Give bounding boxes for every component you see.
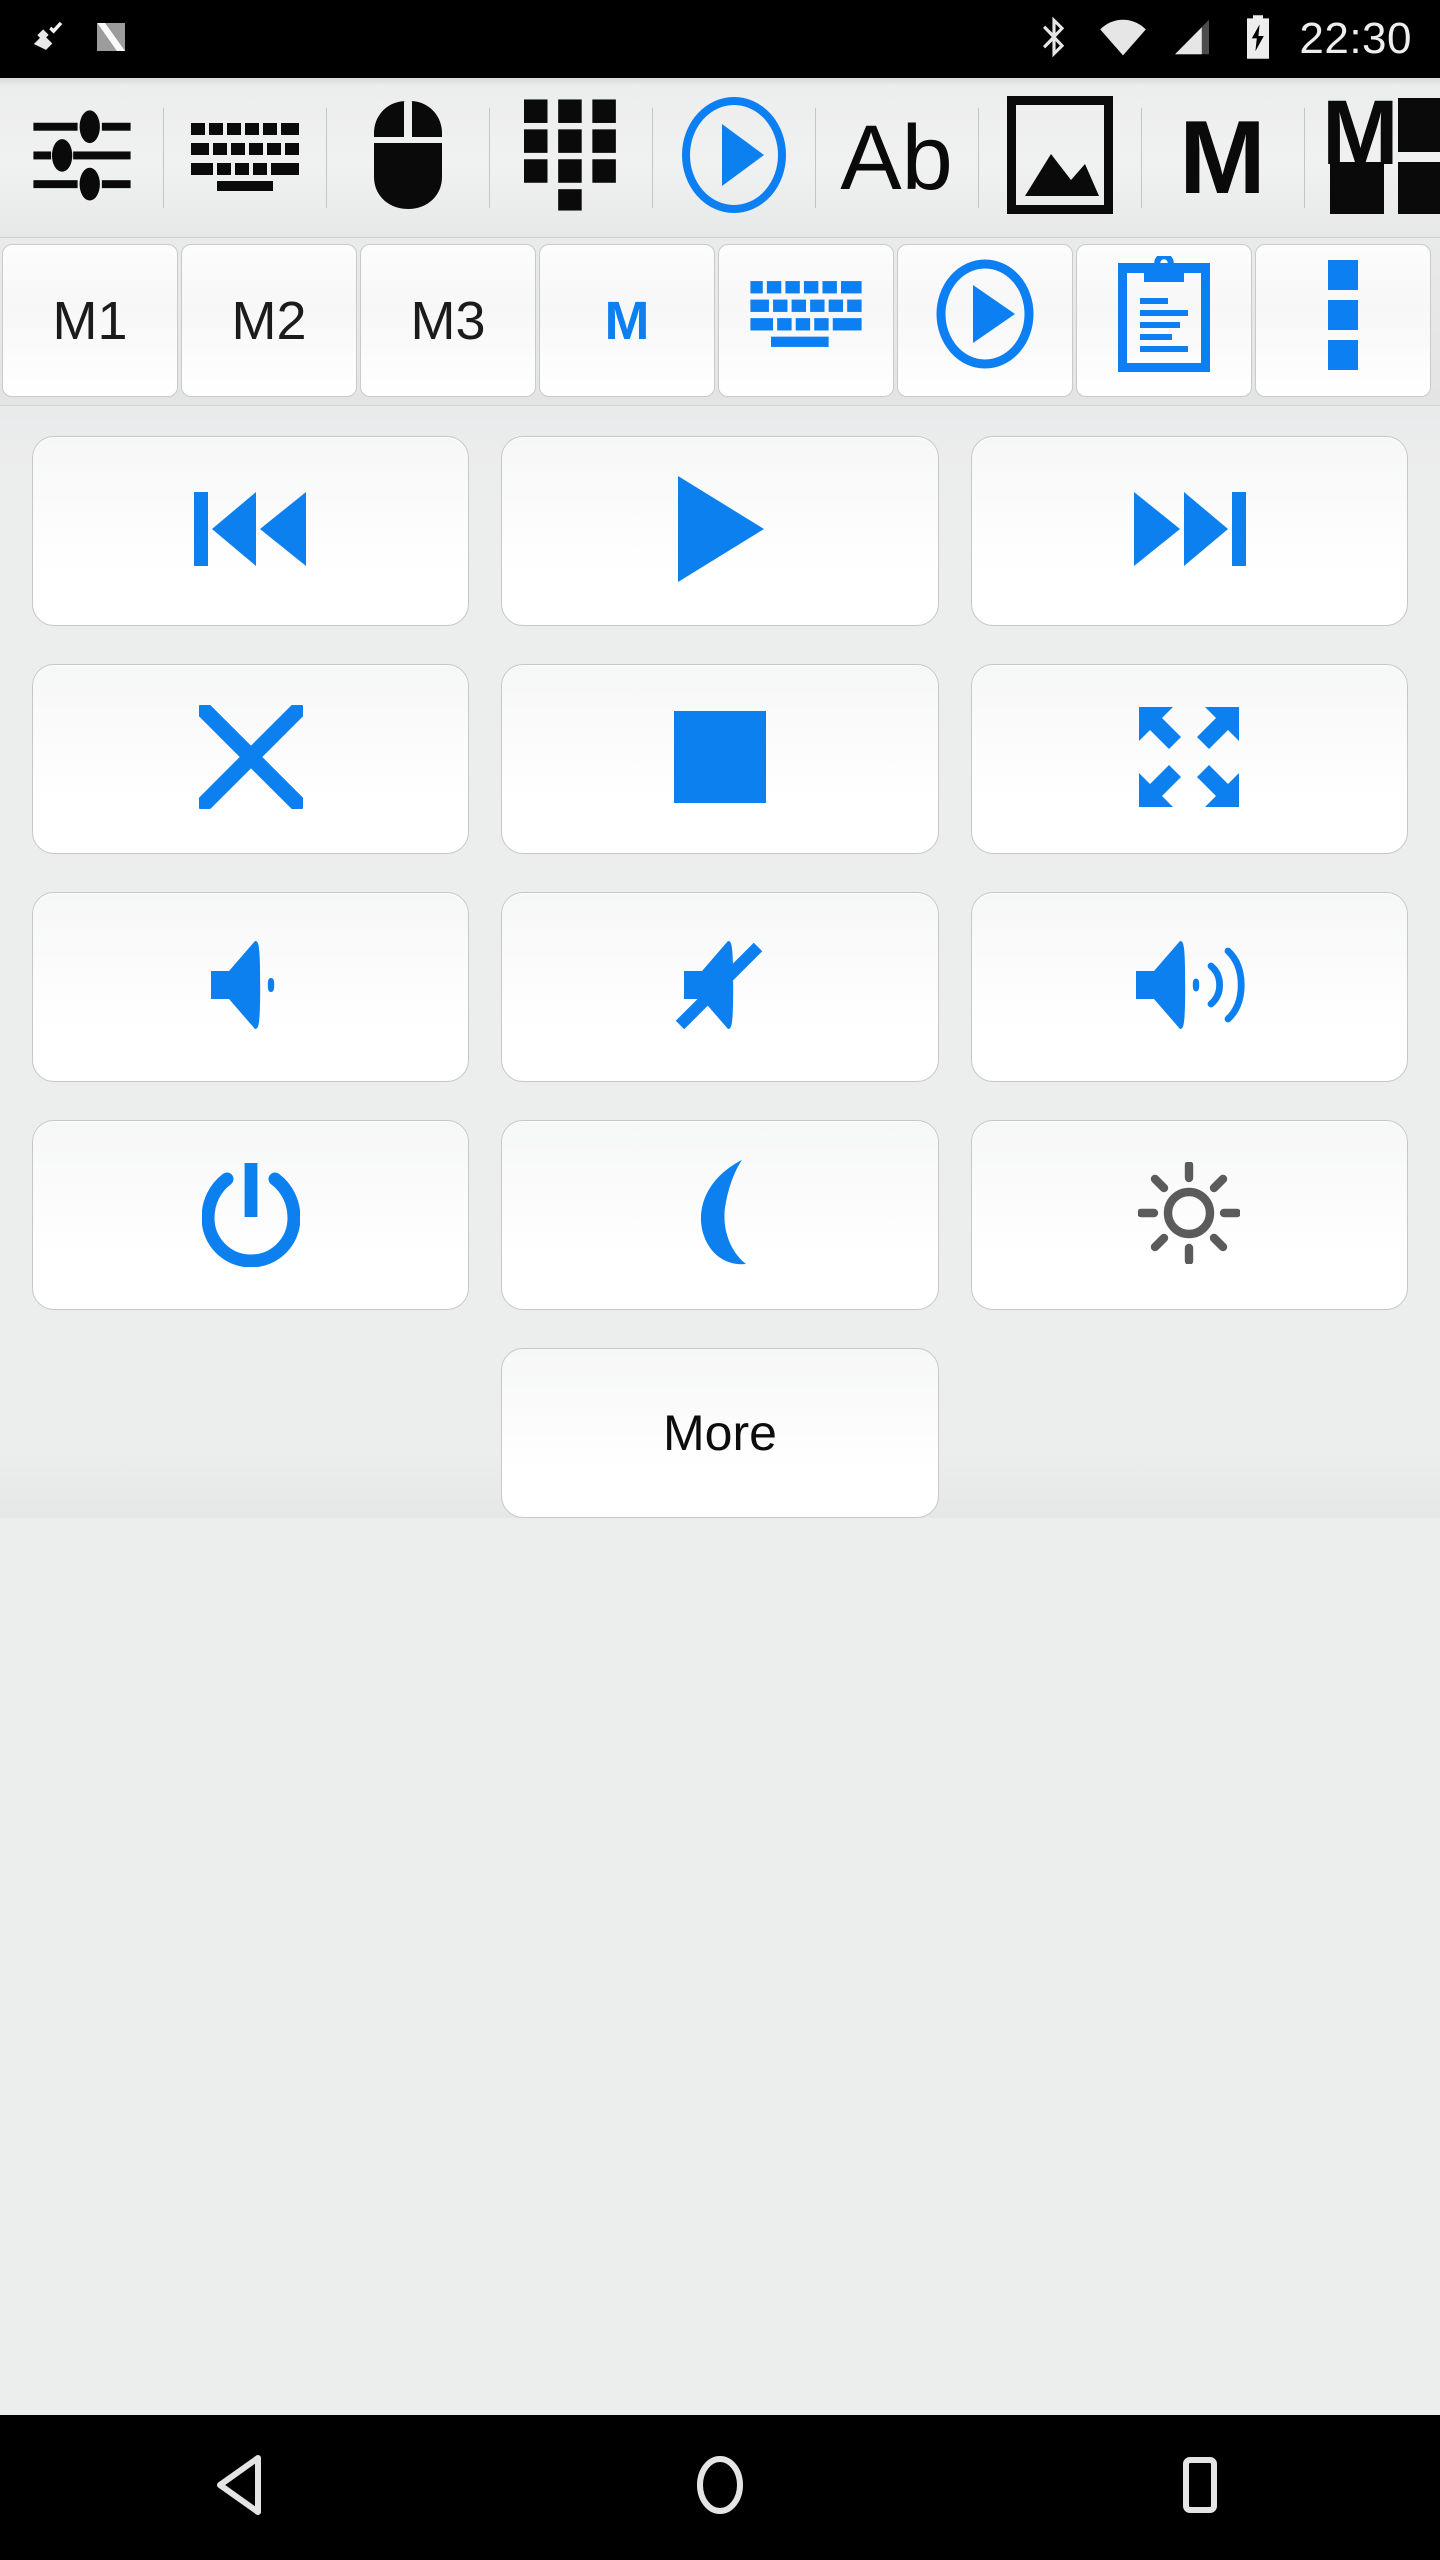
toolbar-item-image[interactable] <box>978 78 1141 237</box>
close-x-icon <box>196 702 305 814</box>
control-panel: More <box>0 406 1440 1518</box>
play-icon <box>672 474 768 589</box>
tab-clipboard[interactable] <box>1076 244 1252 397</box>
top-toolbar: Ab M M <box>0 78 1440 238</box>
macro-m-icon: M <box>1179 99 1266 216</box>
tab-media[interactable] <box>897 244 1073 397</box>
tab-m1[interactable]: M1 <box>2 244 178 397</box>
macro-grid-icon: M <box>1322 82 1440 219</box>
app-root: 22:30 Ab M M M1 M2 M3 M More <box>0 0 1440 2560</box>
keyboard-icon <box>748 279 864 362</box>
stop-square-icon <box>672 709 768 810</box>
status-bar-clock: 22:30 <box>1299 14 1412 63</box>
media-play-circle-icon <box>680 96 788 219</box>
status-bar-right-icons: 22:30 <box>1035 14 1412 65</box>
circle-icon <box>692 2454 748 2521</box>
power-icon <box>201 1159 301 1272</box>
volume-high-icon <box>1130 937 1248 1038</box>
android-nougat-icon <box>90 16 132 63</box>
tab-label: M <box>604 290 650 351</box>
tab-m3[interactable]: M3 <box>360 244 536 397</box>
cellular-signal-icon <box>1173 17 1217 62</box>
tab-keyboard[interactable] <box>718 244 894 397</box>
status-bar-left-icons <box>28 16 132 63</box>
skip-next-icon <box>1130 488 1248 575</box>
toolbar-item-mouse[interactable] <box>326 78 489 237</box>
more-button[interactable]: More <box>501 1348 939 1518</box>
app-content: Ab M M M1 M2 M3 M More <box>0 78 1440 2560</box>
sliders-icon <box>29 102 135 213</box>
skip-previous-icon <box>192 488 310 575</box>
more-row: More <box>32 1348 1408 1518</box>
toolbar-item-numpad[interactable] <box>489 78 652 237</box>
toolbar-item-keyboard[interactable] <box>163 78 326 237</box>
sun-icon <box>1137 1160 1242 1269</box>
button-fullscreen[interactable] <box>970 664 1408 854</box>
text-ab-icon: Ab <box>840 106 953 209</box>
button-sleep[interactable] <box>501 1120 939 1310</box>
nav-home-button[interactable] <box>620 2415 820 2560</box>
numpad-icon <box>523 99 618 216</box>
nav-back-button[interactable] <box>140 2415 340 2560</box>
tab-macro[interactable]: M <box>539 244 715 397</box>
battery-charging-icon <box>1243 14 1273 65</box>
toolbar-item-media[interactable] <box>652 78 815 237</box>
button-stop[interactable] <box>501 664 939 854</box>
button-brightness[interactable] <box>970 1120 1408 1310</box>
button-volume-up[interactable] <box>970 892 1408 1082</box>
keyboard-icon <box>189 116 301 199</box>
mouse-icon <box>370 99 446 216</box>
tab-label: M3 <box>410 290 486 351</box>
toolbar-item-macro-grid[interactable]: M <box>1304 78 1440 237</box>
more-button-label: More <box>663 1405 777 1461</box>
button-previous[interactable] <box>32 436 470 626</box>
button-power[interactable] <box>32 1120 470 1310</box>
usb-debug-icon <box>28 17 68 62</box>
clipboard-icon <box>1117 253 1211 385</box>
toolbar-item-macro[interactable]: M <box>1141 78 1304 237</box>
button-volume-down[interactable] <box>32 892 470 1082</box>
image-icon <box>1005 95 1114 219</box>
android-nav-bar <box>0 2415 1440 2560</box>
button-close[interactable] <box>32 664 470 854</box>
toolbar-item-sliders[interactable] <box>0 78 163 237</box>
triangle-left-icon <box>212 2454 268 2521</box>
button-next[interactable] <box>970 436 1408 626</box>
square-icon <box>1176 2454 1224 2521</box>
volume-mute-icon <box>668 935 772 1040</box>
button-play[interactable] <box>501 436 939 626</box>
button-grid <box>32 436 1408 1310</box>
moon-icon <box>678 1158 762 1273</box>
toolbar-item-text[interactable]: Ab <box>815 78 978 237</box>
tab-m2[interactable]: M2 <box>181 244 357 397</box>
tab-label: M2 <box>231 290 307 351</box>
tab-bar: M1 M2 M3 M <box>0 238 1440 406</box>
volume-low-icon <box>199 937 303 1038</box>
empty-area <box>0 1518 1440 2415</box>
dots-vertical-icon <box>1326 256 1360 385</box>
button-mute[interactable] <box>501 892 939 1082</box>
tab-label: M1 <box>52 290 128 351</box>
status-bar: 22:30 <box>0 0 1440 78</box>
fullscreen-expand-icon <box>1135 703 1243 816</box>
wifi-icon <box>1099 17 1147 62</box>
tab-overflow[interactable] <box>1255 244 1431 397</box>
media-play-circle-icon <box>935 258 1035 383</box>
bluetooth-icon <box>1035 15 1073 64</box>
nav-recents-button[interactable] <box>1100 2415 1300 2560</box>
